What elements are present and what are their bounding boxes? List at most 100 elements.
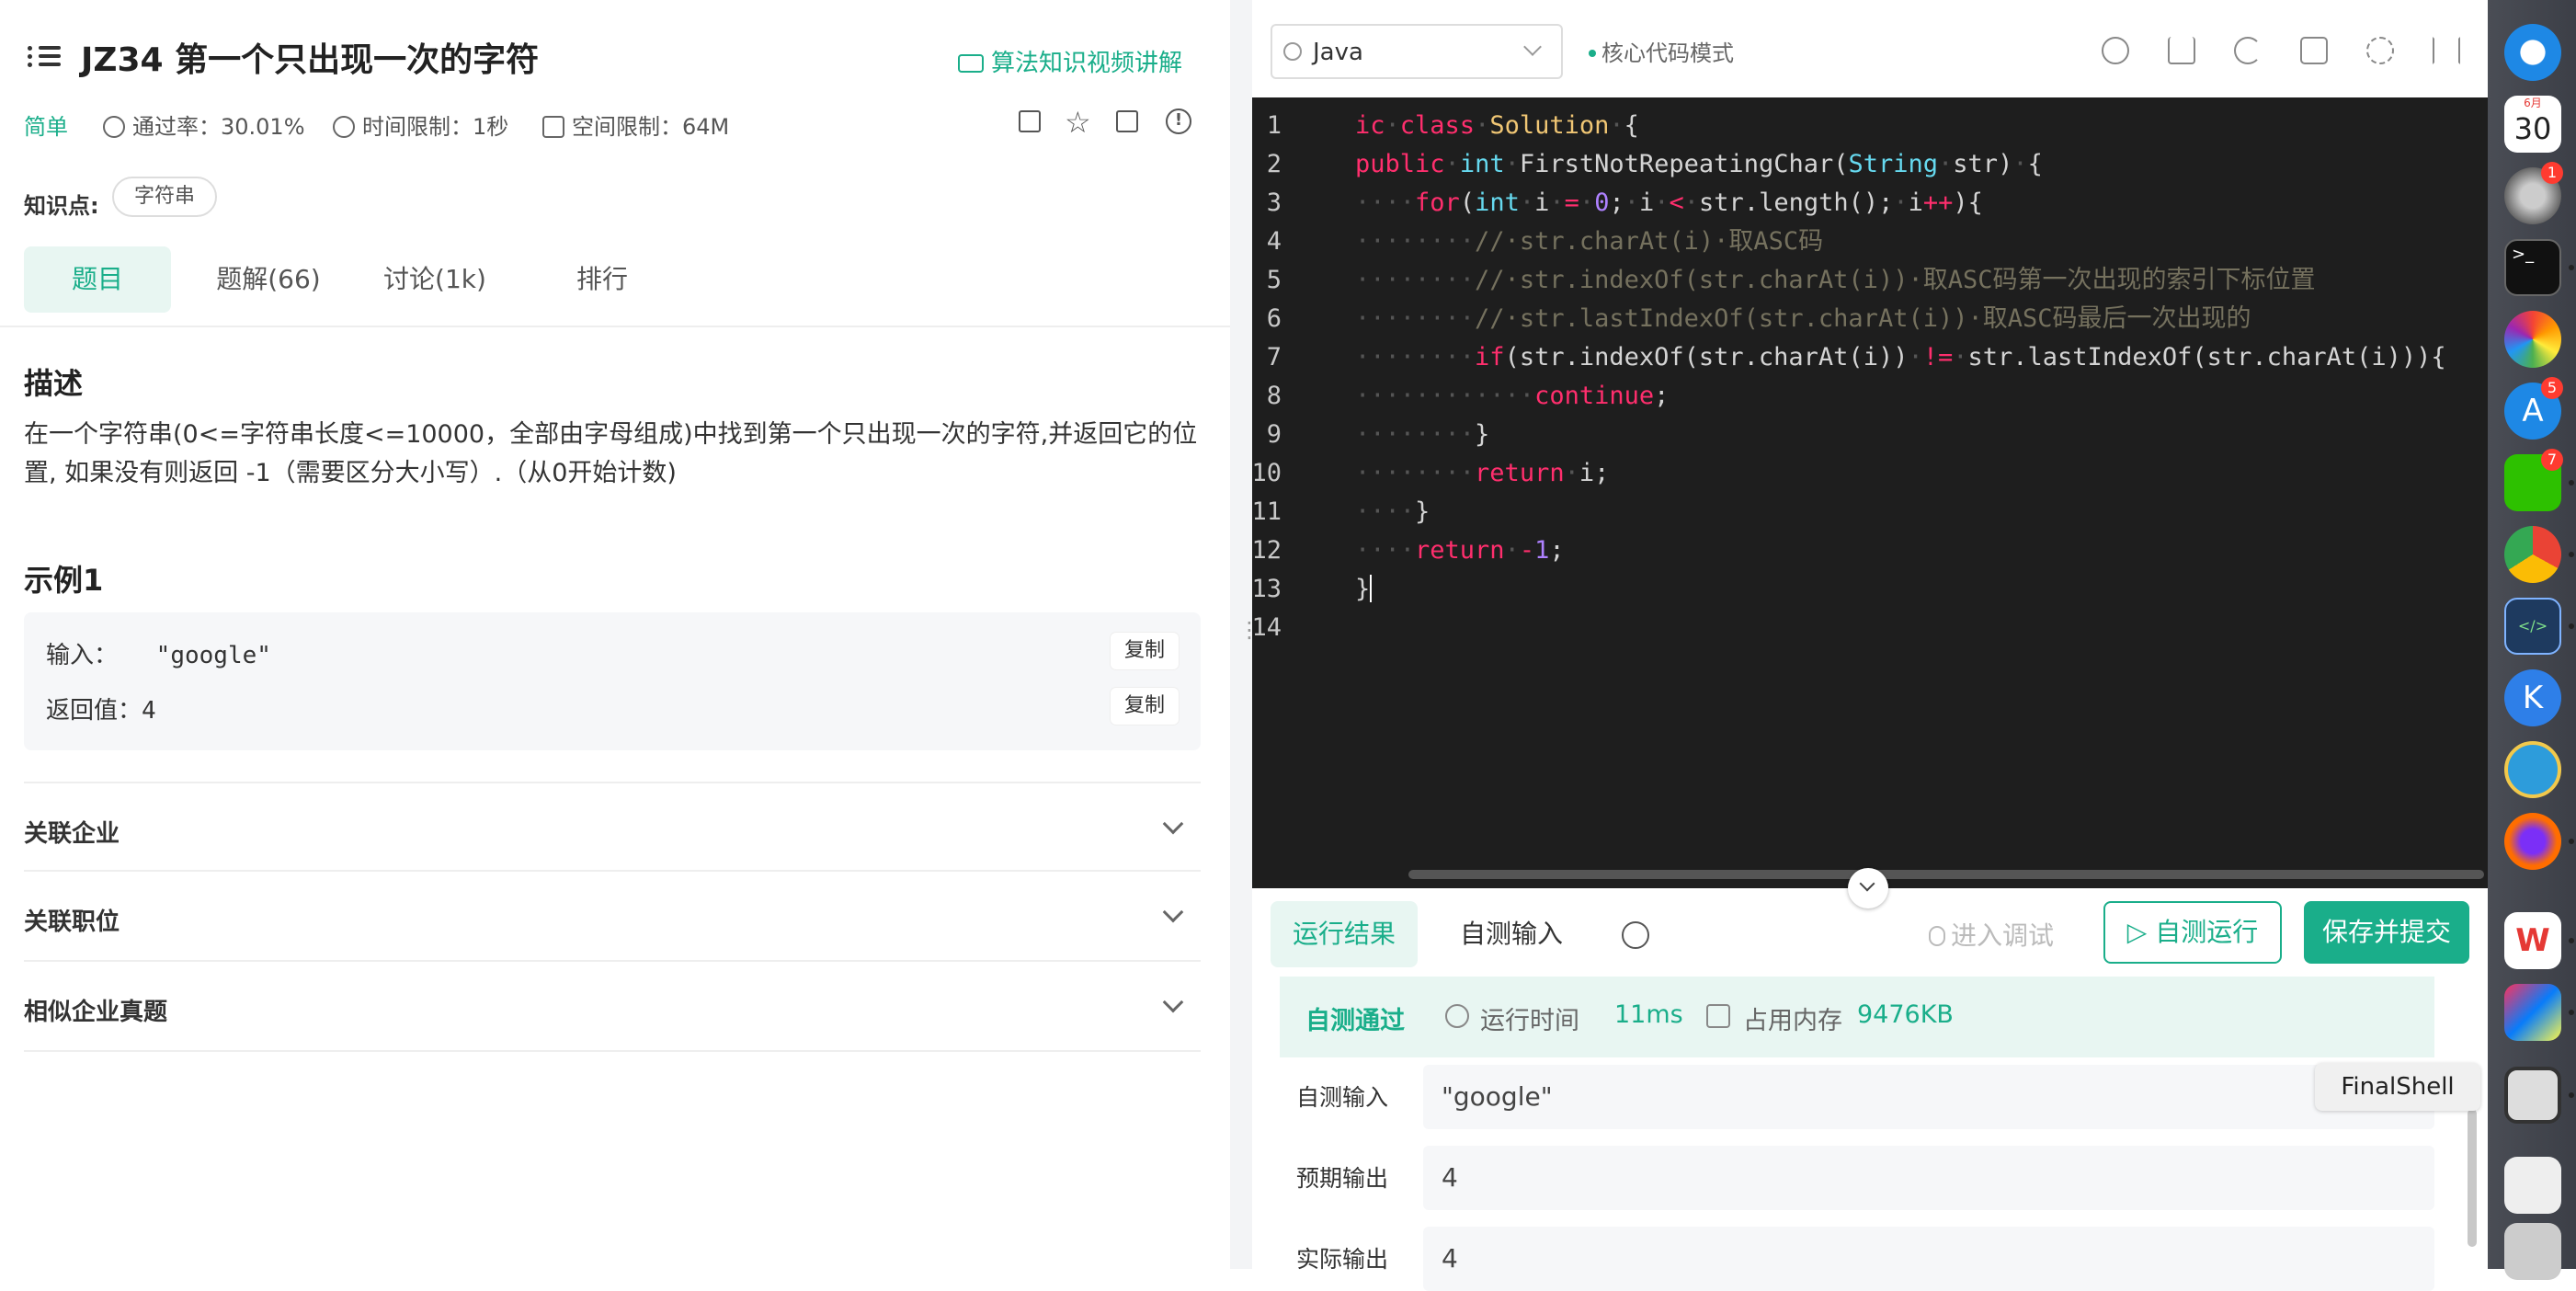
collapse-toggle-button[interactable] bbox=[1848, 868, 1888, 908]
accordion-related-companies[interactable]: 关联企业 bbox=[24, 782, 1201, 872]
difficulty-label: 简单 bbox=[24, 114, 68, 140]
code-line[interactable]: 7 ········if(str.indexOf(str.charAt(i))·!… bbox=[1252, 338, 2488, 377]
notification-badge: 5 bbox=[2541, 377, 2563, 399]
download-icon[interactable] bbox=[2168, 37, 2195, 64]
help-icon[interactable] bbox=[2102, 37, 2129, 64]
problem-panel: JZ34 第一个只出现一次的字符 算法知识视频讲解 简单 通过率：30.01% … bbox=[0, 0, 1230, 1269]
check-circle-icon bbox=[103, 116, 125, 138]
custom-input-field[interactable]: "google" bbox=[1423, 1065, 2434, 1129]
horizontal-scrollbar[interactable] bbox=[1408, 870, 2484, 879]
example-input-value: "google" bbox=[155, 642, 271, 669]
accordion-label: 相似企业真题 bbox=[24, 999, 168, 1026]
play-icon: ▷ bbox=[2126, 917, 2148, 947]
tab-solutions[interactable]: 题解(66) bbox=[195, 246, 342, 313]
calendar-day: 30 bbox=[2513, 111, 2552, 146]
debug-label: 进入调试 bbox=[1951, 920, 2055, 951]
language-value: Java bbox=[1313, 39, 1363, 66]
code-line[interactable]: 6 ········//·str.lastIndexOf(str.charAt(i… bbox=[1252, 300, 2488, 338]
firefox-icon[interactable] bbox=[2504, 813, 2561, 870]
description-text: 在一个字符串(0<=字符串长度<=10000，全部由字母组成)中找到第一个只出现… bbox=[24, 420, 1198, 487]
expected-output-field: 4 bbox=[1423, 1146, 2434, 1210]
code-line[interactable]: 5 ········//·str.indexOf(str.charAt(i))·取… bbox=[1252, 261, 2488, 300]
self-run-button[interactable]: ▷ 自测运行 bbox=[2103, 901, 2282, 964]
photos-icon[interactable] bbox=[2504, 311, 2561, 368]
tab-run-result[interactable]: 运行结果 bbox=[1271, 901, 1418, 967]
line-number: 3 bbox=[1266, 189, 1282, 217]
tab-discussion[interactable]: 讨论(1k) bbox=[366, 246, 504, 313]
code-editor-app-icon[interactable]: </> bbox=[2504, 598, 2561, 655]
report-icon[interactable]: ! bbox=[1166, 109, 1191, 134]
kuaidian-icon[interactable]: K bbox=[2504, 669, 2561, 726]
code-line[interactable]: 11 ····} bbox=[1252, 493, 2488, 531]
line-number: 14 bbox=[1252, 613, 1282, 642]
line-number: 12 bbox=[1252, 536, 1282, 565]
code-line[interactable]: 9 ········} bbox=[1252, 416, 2488, 454]
code-editor[interactable]: 1 ic·class·Solution·{ 2 public·int·FirstNo… bbox=[1252, 97, 2488, 888]
reset-icon[interactable] bbox=[2234, 37, 2262, 64]
finalshell-icon[interactable] bbox=[2504, 1067, 2561, 1124]
code-mode-text: 核心代码模式 bbox=[1601, 40, 1734, 66]
time-limit: 时间限制：1秒 bbox=[333, 109, 508, 141]
language-select[interactable]: Java bbox=[1271, 24, 1563, 79]
trash-icon[interactable] bbox=[2504, 1223, 2561, 1280]
terminal-icon[interactable]: >_ bbox=[2504, 239, 2561, 296]
code-line[interactable]: 8 ············continue; bbox=[1252, 377, 2488, 416]
line-number: 11 bbox=[1252, 497, 1282, 526]
macos-dock: 6月 30 1 >_ A 5 7 </> K W bbox=[2488, 0, 2576, 1280]
star-icon[interactable]: ☆ bbox=[1065, 105, 1091, 140]
code-line[interactable]: 10 ········return·i; bbox=[1252, 454, 2488, 493]
code-line[interactable]: 1 ic·class·Solution·{ bbox=[1252, 107, 2488, 145]
accordion-related-positions[interactable]: 关联职位 bbox=[24, 872, 1201, 962]
knowledge-tag[interactable]: 字符串 bbox=[112, 177, 218, 217]
settings-gear-icon[interactable] bbox=[2366, 37, 2394, 64]
line-number: 6 bbox=[1266, 304, 1282, 333]
wps-icon[interactable]: W bbox=[2504, 912, 2561, 969]
tab-custom-input[interactable]: 自测输入 bbox=[1438, 901, 1585, 967]
code-line[interactable]: 4 ········//·str.charAt(i)·取ASC码 bbox=[1252, 223, 2488, 261]
copy-return-button[interactable]: 复制 bbox=[1111, 688, 1179, 725]
history-clock-icon[interactable] bbox=[1622, 921, 1649, 949]
list-menu-icon[interactable] bbox=[28, 42, 61, 70]
example-input-label: 输入： bbox=[46, 642, 119, 669]
chrome-icon[interactable] bbox=[2504, 526, 2561, 583]
video-lecture-link[interactable]: 算法知识视频讲解 bbox=[958, 44, 1182, 78]
tab-ranking[interactable]: 排行 bbox=[533, 246, 671, 313]
chevron-down-icon bbox=[1859, 875, 1875, 892]
share-icon[interactable] bbox=[1116, 110, 1138, 132]
fullscreen-icon[interactable] bbox=[2433, 37, 2460, 64]
copy-input-button[interactable]: 复制 bbox=[1111, 633, 1179, 669]
code-line[interactable]: 2 public·int·FirstNotRepeatingChar(String… bbox=[1252, 145, 2488, 184]
running-indicator bbox=[2569, 1010, 2574, 1015]
self-run-label: 自测运行 bbox=[2155, 917, 2259, 947]
calendar-icon[interactable]: 6月 30 bbox=[2504, 96, 2561, 153]
code-line[interactable]: 12 ····return·-1; bbox=[1252, 531, 2488, 570]
code-line[interactable]: 13} bbox=[1252, 570, 2488, 609]
safari-icon[interactable] bbox=[2504, 24, 2561, 81]
example-return-label: 返回值： bbox=[46, 697, 142, 725]
calendar-month: 6月 bbox=[2524, 97, 2542, 109]
result-summary: 自测通过 运行时间 11ms 占用内存 9476KB bbox=[1280, 977, 2434, 1057]
keyboard-icon[interactable] bbox=[2300, 37, 2328, 64]
edit-icon[interactable] bbox=[1019, 110, 1041, 132]
notification-badge: 7 bbox=[2541, 449, 2563, 471]
save-submit-button[interactable]: 保存并提交 bbox=[2304, 901, 2469, 964]
running-indicator bbox=[2569, 623, 2574, 629]
accordion-similar-questions[interactable]: 相似企业真题 bbox=[24, 962, 1201, 1052]
code-line[interactable]: 14 bbox=[1252, 609, 2488, 647]
debug-button[interactable]: 进入调试 bbox=[1929, 916, 2054, 953]
document-icon[interactable] bbox=[2504, 1157, 2561, 1214]
line-number: 5 bbox=[1266, 266, 1282, 294]
code-line[interactable]: 3 ····for(int·i·=·0;·i·<·str.length();·i+… bbox=[1252, 184, 2488, 223]
runtime-value: 11ms bbox=[1614, 1000, 1683, 1029]
chevron-down-icon bbox=[1162, 901, 1184, 923]
example-return-value: 4 bbox=[142, 697, 156, 725]
results-panel: 运行结果 自测输入 进入调试 ▷ 自测运行 保存并提交 自测通过 运行时间 11… bbox=[1252, 888, 2488, 1291]
network-app-icon[interactable] bbox=[2504, 741, 2561, 798]
panel-splitter[interactable]: ⋮ bbox=[1230, 0, 1260, 1269]
vertical-scrollbar[interactable] bbox=[2468, 1109, 2477, 1247]
tab-problem[interactable]: 题目 bbox=[24, 246, 171, 313]
info-icon bbox=[1283, 42, 1302, 61]
intellij-icon[interactable] bbox=[2504, 984, 2561, 1041]
memory-value: 9476KB bbox=[1857, 1000, 1954, 1029]
video-camera-icon bbox=[958, 54, 984, 73]
